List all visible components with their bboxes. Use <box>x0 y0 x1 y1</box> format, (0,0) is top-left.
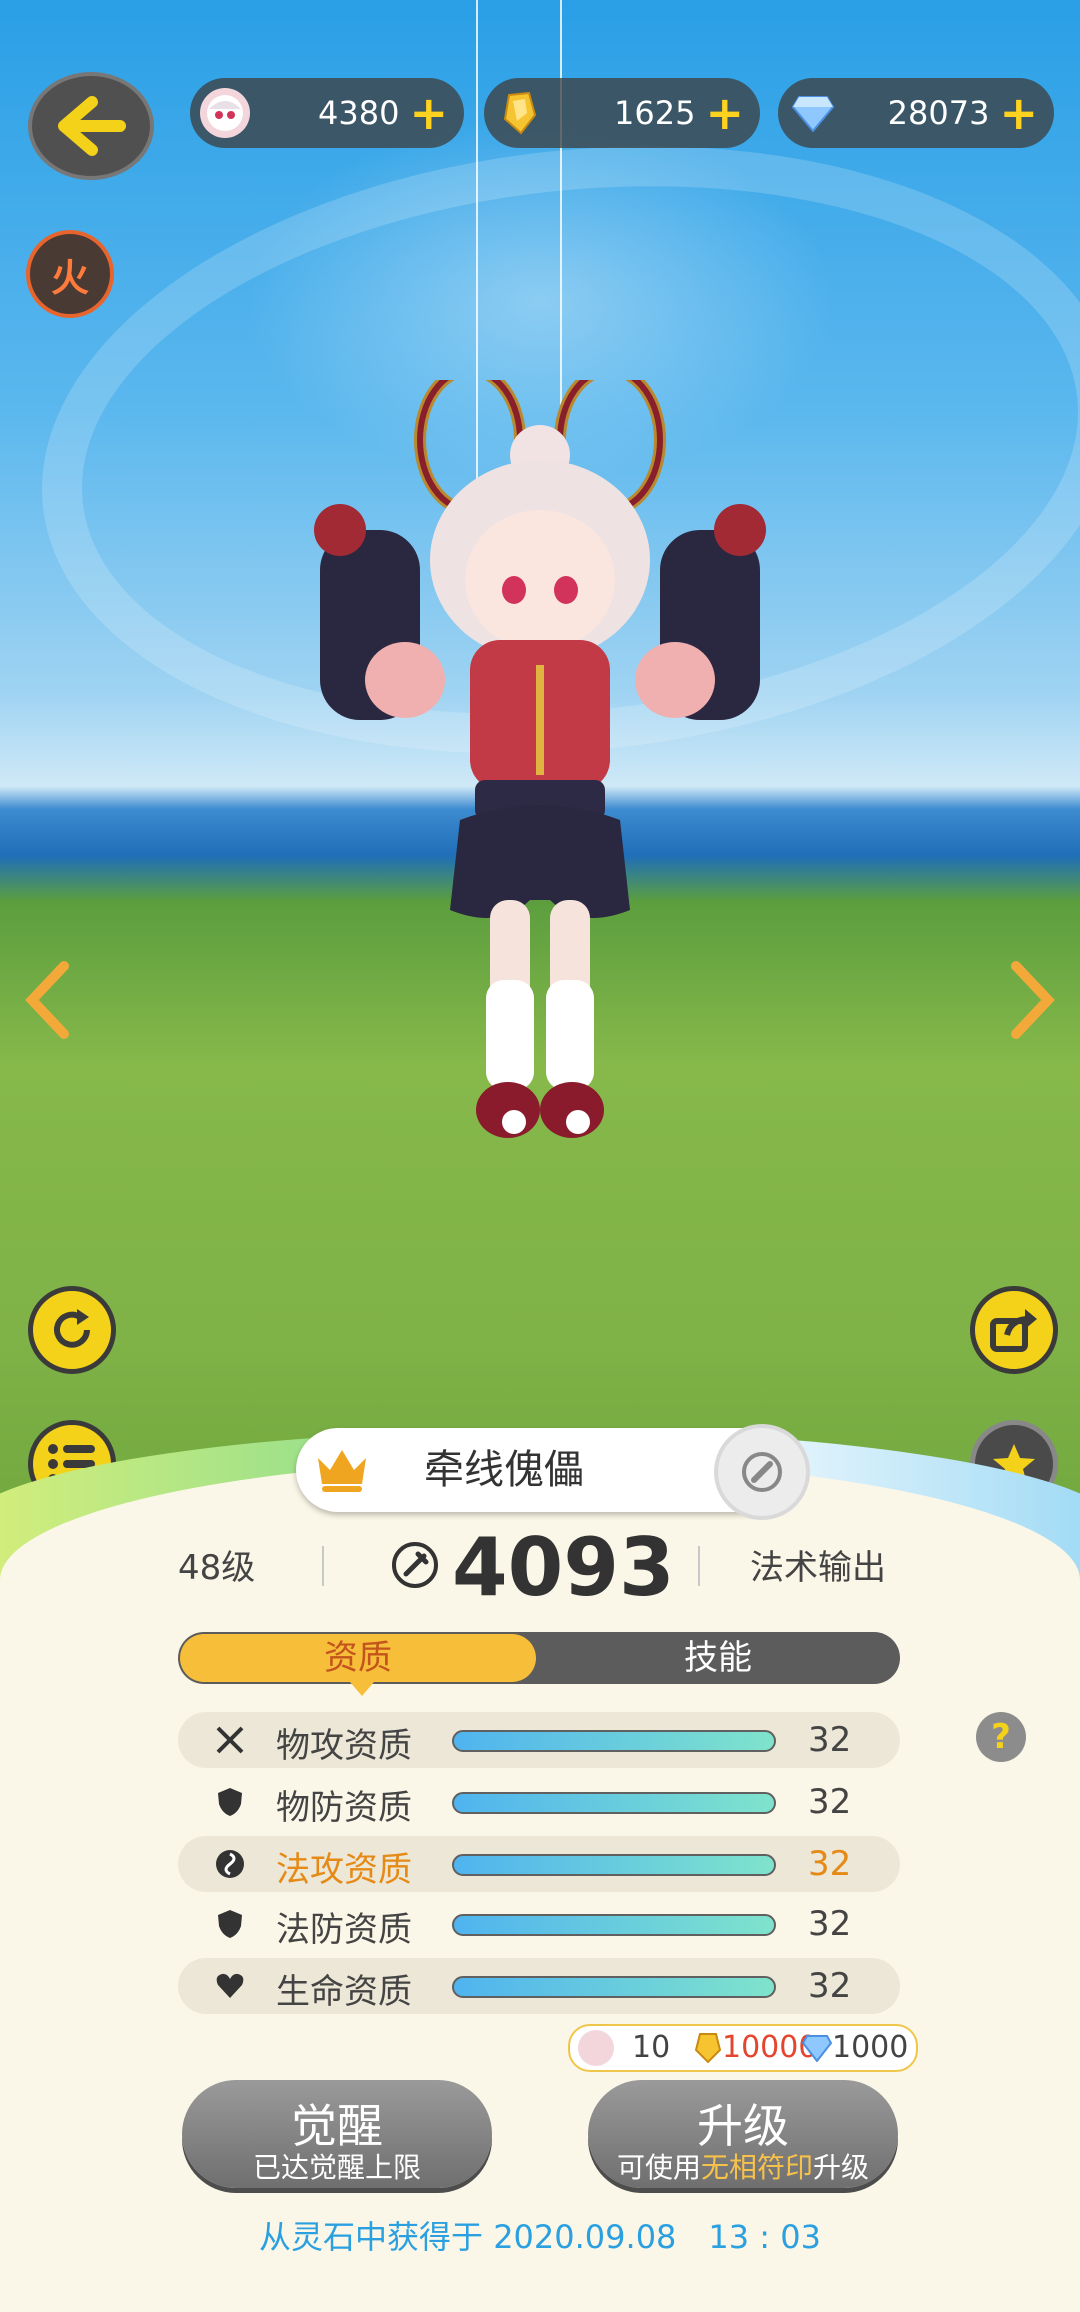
stat-value: 32 <box>808 1844 852 1884</box>
stat-row: 物防资质 32 <box>178 1774 900 1830</box>
character-model <box>314 380 766 1138</box>
rename-button[interactable] <box>714 1424 810 1520</box>
sword-icon <box>216 1726 244 1754</box>
divider <box>322 1546 324 1586</box>
prev-character-button[interactable] <box>22 960 72 1055</box>
character-namebar: 牵线傀儡 <box>296 1424 810 1520</box>
stat-label: 法防资质 <box>276 1910 412 1950</box>
stat-label: 法攻资质 <box>276 1850 412 1890</box>
stat-row: 法攻资质 32 <box>178 1836 900 1892</box>
stat-value: 32 <box>808 1720 852 1760</box>
character-role: 法术输出 <box>750 1548 886 1588</box>
upgrade-button[interactable]: 升级 可使用无相符印升级 <box>588 2080 898 2188</box>
edit-pen-icon <box>742 1452 782 1492</box>
back-arrow-icon <box>58 96 126 156</box>
currency-gold: 1625 + <box>484 78 760 148</box>
share-icon <box>990 1309 1037 1352</box>
add-diamond-button[interactable]: + <box>999 90 1038 136</box>
gold-crystal-icon <box>694 2033 722 2064</box>
power-icon <box>392 1542 438 1588</box>
upgrade-subtitle-pre: 可使用 <box>616 2151 701 2184</box>
currency-value: 28073 <box>887 94 990 132</box>
stat-bar <box>452 1792 776 1814</box>
stat-bar <box>452 1854 776 1876</box>
divider <box>698 1546 700 1586</box>
character-level: 48级 <box>178 1548 256 1588</box>
character-name: 牵线傀儡 <box>424 1447 584 1493</box>
currency-value: 1625 <box>614 94 696 132</box>
shield-icon <box>218 1788 242 1816</box>
upgrade-item-name: 无相符印 <box>700 2151 813 2184</box>
stat-label: 物防资质 <box>276 1788 412 1828</box>
upgrade-cost: 10 10000 1000 <box>568 2024 918 2072</box>
gold-crystal-icon <box>494 88 544 138</box>
rotate-view-button[interactable] <box>28 1286 116 1374</box>
chevron-right-icon <box>1011 961 1055 1039</box>
chevron-left-icon <box>25 961 69 1039</box>
currency-value: 4380 <box>318 94 400 132</box>
help-button[interactable]: ? <box>976 1712 1026 1762</box>
heart-icon <box>216 1973 244 1998</box>
refresh-icon <box>54 1309 90 1348</box>
tab-skills[interactable]: 技能 <box>538 1634 898 1682</box>
share-button[interactable] <box>970 1286 1058 1374</box>
stat-row: 生命资质 32 <box>178 1958 900 2014</box>
stat-value: 32 <box>808 1904 852 1944</box>
diamond-icon <box>802 2035 832 2062</box>
next-character-button[interactable] <box>1008 960 1058 1055</box>
stat-bar <box>452 1976 776 1998</box>
back-button[interactable] <box>28 72 154 180</box>
currency-tokens: 4380 + <box>190 78 464 148</box>
upgrade-subtitle-post: 升级 <box>813 2151 870 2184</box>
detail-tabs: 资质 技能 <box>178 1632 900 1696</box>
stat-label: 生命资质 <box>276 1972 412 2012</box>
add-gold-button[interactable]: + <box>705 90 744 136</box>
magic-swirl-icon <box>216 1850 244 1878</box>
tab-aptitude[interactable]: 资质 <box>180 1634 536 1696</box>
currency-diamond: 28073 + <box>778 78 1054 148</box>
stat-row: 法防资质 32 <box>178 1896 900 1952</box>
stat-value: 32 <box>808 1966 852 2006</box>
stat-value: 32 <box>808 1782 852 1822</box>
stat-row: 物攻资质 32 <box>178 1712 900 1768</box>
diamond-icon <box>788 88 838 138</box>
cost-diamonds: 1000 <box>832 2030 909 2065</box>
cost-tokens: 10 <box>632 2030 671 2065</box>
stat-bar <box>452 1914 776 1936</box>
upgrade-subtitle: 可使用无相符印升级 <box>588 2146 898 2186</box>
awaken-subtitle: 已达觉醒上限 <box>252 2151 421 2184</box>
shield-icon <box>218 1910 242 1938</box>
add-tokens-button[interactable]: + <box>409 90 448 136</box>
combat-power: 4093 <box>452 1521 675 1614</box>
stat-label: 物攻资质 <box>276 1726 412 1766</box>
stat-bar <box>452 1730 776 1752</box>
avatar-token-icon <box>578 2030 614 2066</box>
awaken-button[interactable]: 觉醒 已达觉醒上限 <box>182 2080 492 2188</box>
element-fire-badge: 火 <box>26 230 114 318</box>
avatar-token-icon <box>200 88 250 138</box>
obtained-info: 从灵石中获得于 2020.09.08 13 : 03 <box>259 2218 821 2256</box>
